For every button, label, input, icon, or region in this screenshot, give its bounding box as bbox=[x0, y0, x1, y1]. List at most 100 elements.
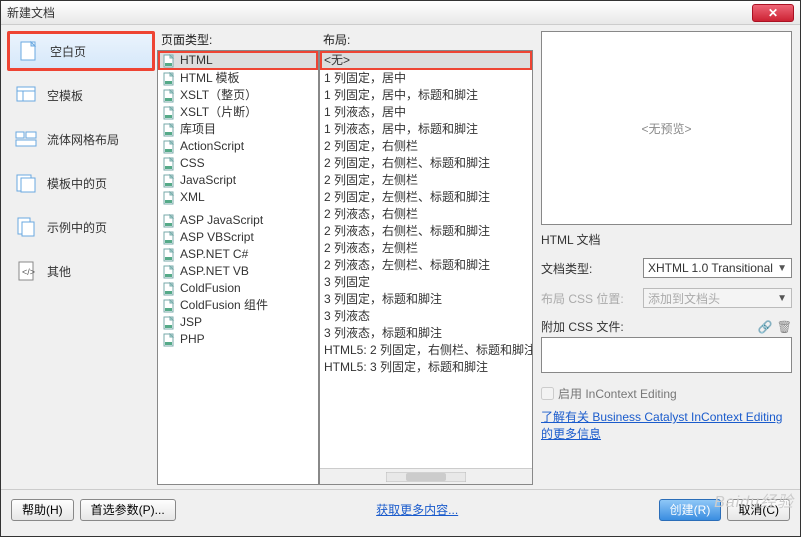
list-item-label: ASP.NET C# bbox=[180, 247, 248, 262]
file-icon bbox=[162, 299, 176, 313]
sidebar-item-label: 其他 bbox=[47, 263, 71, 280]
layout-item[interactable]: 2 列液态，右侧栏 bbox=[320, 206, 532, 223]
page-type-item[interactable]: ASP JavaScript bbox=[158, 212, 318, 229]
prefs-button[interactable]: 首选参数(P)... bbox=[80, 499, 176, 521]
layout-item[interactable]: 1 列固定，居中，标题和脚注 bbox=[320, 87, 532, 104]
layout-item[interactable]: 3 列液态，标题和脚注 bbox=[320, 325, 532, 342]
page-type-item[interactable]: JSP bbox=[158, 314, 318, 331]
file-icon bbox=[162, 123, 176, 137]
layout-item[interactable]: 2 列固定，左侧栏、标题和脚注 bbox=[320, 189, 532, 206]
layout-item[interactable]: 3 列固定 bbox=[320, 274, 532, 291]
list-item-label: ActionScript bbox=[180, 139, 244, 154]
sidebar: 空白页 空模板 流体网格布局 模板中的页 bbox=[5, 29, 157, 485]
layout-item[interactable]: HTML5: 2 列固定，右侧栏、标题和脚注 bbox=[320, 342, 532, 359]
link-css-icon[interactable]: 🔗 bbox=[758, 320, 773, 334]
preview-caption: HTML 文档 bbox=[541, 231, 792, 248]
preview-placeholder: <无预览> bbox=[641, 120, 691, 137]
sidebar-item-blank-page[interactable]: 空白页 bbox=[7, 31, 155, 71]
sidebar-item-page-from-template[interactable]: 模板中的页 bbox=[7, 163, 155, 203]
sidebar-item-label: 示例中的页 bbox=[47, 219, 107, 236]
fluid-grid-icon bbox=[13, 126, 39, 152]
content: 空白页 空模板 流体网格布局 模板中的页 bbox=[1, 25, 800, 489]
page-type-item[interactable]: ActionScript bbox=[158, 138, 318, 155]
list-item-label: 3 列固定 bbox=[324, 275, 370, 290]
page-type-item[interactable]: ASP VBScript bbox=[158, 229, 318, 246]
svg-text:</>: </> bbox=[22, 267, 35, 277]
attachcss-list[interactable] bbox=[541, 337, 792, 373]
horizontal-scrollbar[interactable] bbox=[320, 468, 532, 484]
list-item-label: 1 列固定，居中，标题和脚注 bbox=[324, 88, 478, 103]
page-type-item[interactable]: XSLT（片断） bbox=[158, 104, 318, 121]
page-from-sample-icon bbox=[13, 214, 39, 240]
file-icon bbox=[162, 333, 176, 347]
page-type-item[interactable]: ASP.NET C# bbox=[158, 246, 318, 263]
layout-item[interactable]: 2 列液态，左侧栏、标题和脚注 bbox=[320, 257, 532, 274]
layout-item[interactable]: <无> bbox=[320, 51, 532, 70]
sidebar-item-page-from-sample[interactable]: 示例中的页 bbox=[7, 207, 155, 247]
layouts-section: 布局: <无> 1 列固定，居中 1 列固定，居中，标题和脚注 1 列液态，居中1 列… bbox=[319, 29, 533, 485]
list-item-label: 3 列液态 bbox=[324, 309, 370, 324]
list-item-label: HTML 模板 bbox=[180, 71, 240, 86]
list-item-label: 2 列固定，右侧栏、标题和脚注 bbox=[324, 156, 490, 171]
close-icon: ✕ bbox=[768, 6, 778, 20]
attachcss-row: 附加 CSS 文件: 🔗 🗑 bbox=[541, 318, 792, 335]
page-type-item[interactable]: HTML bbox=[158, 51, 318, 70]
list-item-label: HTML5: 3 列固定，标题和脚注 bbox=[324, 360, 488, 375]
layout-item[interactable]: 1 列液态，居中，标题和脚注 bbox=[320, 121, 532, 138]
more-content-link[interactable]: 获取更多内容... bbox=[376, 501, 458, 518]
sidebar-item-fluid-grid[interactable]: 流体网格布局 bbox=[7, 119, 155, 159]
preview-box: <无预览> bbox=[541, 31, 792, 225]
layout-item[interactable]: 1 列液态，居中 bbox=[320, 104, 532, 121]
doctype-select[interactable]: XHTML 1.0 Transitional ▼ bbox=[643, 258, 792, 278]
layout-item[interactable]: 2 列固定，右侧栏、标题和脚注 bbox=[320, 155, 532, 172]
page-type-item[interactable]: XSLT（整页） bbox=[158, 87, 318, 104]
list-item-label: ColdFusion bbox=[180, 281, 241, 296]
incontext-link[interactable]: 了解有关 Business Catalyst InContext Editing… bbox=[541, 410, 782, 441]
sidebar-item-blank-template[interactable]: 空模板 bbox=[7, 75, 155, 115]
file-icon bbox=[162, 282, 176, 296]
layout-item[interactable]: 3 列固定，标题和脚注 bbox=[320, 291, 532, 308]
page-type-item[interactable]: CSS bbox=[158, 155, 318, 172]
list-item-label: 1 列固定，居中 bbox=[324, 71, 406, 86]
layouts-label: 布局: bbox=[319, 29, 533, 50]
layout-item[interactable]: 1 列固定，居中 bbox=[320, 70, 532, 87]
list-item-label: JavaScript bbox=[180, 173, 236, 188]
footer: 帮助(H) 首选参数(P)... 获取更多内容... 创建(R) 取消(C) bbox=[1, 489, 800, 529]
page-type-item[interactable]: ColdFusion bbox=[158, 280, 318, 297]
create-button[interactable]: 创建(R) bbox=[659, 499, 722, 521]
dialog-title: 新建文档 bbox=[7, 4, 55, 21]
layout-item[interactable]: 2 列固定，左侧栏 bbox=[320, 172, 532, 189]
remove-css-icon[interactable]: 🗑 bbox=[777, 320, 792, 334]
list-item-label: <无> bbox=[324, 53, 350, 68]
right-panel: <无预览> HTML 文档 文档类型: XHTML 1.0 Transition… bbox=[533, 29, 796, 485]
sidebar-item-other[interactable]: </> 其他 bbox=[7, 251, 155, 291]
file-icon bbox=[162, 157, 176, 171]
list-item-label: ASP JavaScript bbox=[180, 213, 263, 228]
sidebar-item-label: 流体网格布局 bbox=[47, 131, 119, 148]
layout-item[interactable]: 2 列固定，右侧栏 bbox=[320, 138, 532, 155]
layout-item[interactable]: 2 列液态，右侧栏、标题和脚注 bbox=[320, 223, 532, 240]
file-icon bbox=[162, 174, 176, 188]
page-type-item[interactable]: XML bbox=[158, 189, 318, 206]
page-type-item[interactable]: JavaScript bbox=[158, 172, 318, 189]
layout-item[interactable]: 2 列液态，左侧栏 bbox=[320, 240, 532, 257]
list-item-label: XSLT（整页） bbox=[180, 88, 257, 103]
page-types-label: 页面类型: bbox=[157, 29, 319, 50]
list-item-label: 库项目 bbox=[180, 122, 216, 137]
page-type-item[interactable]: ASP.NET VB bbox=[158, 263, 318, 280]
page-type-item[interactable]: HTML 模板 bbox=[158, 70, 318, 87]
page-type-item[interactable]: 库项目 bbox=[158, 121, 318, 138]
list-item-label: 1 列液态，居中 bbox=[324, 105, 406, 120]
file-icon bbox=[162, 316, 176, 330]
page-type-item[interactable]: ColdFusion 组件 bbox=[158, 297, 318, 314]
close-button[interactable]: ✕ bbox=[752, 4, 794, 22]
page-types-list[interactable]: HTMLHTML 模板 XSLT（整页）XSLT（片断）库项目 ActionScri… bbox=[157, 50, 319, 485]
list-item-label: ColdFusion 组件 bbox=[180, 298, 268, 313]
layout-item[interactable]: 3 列液态 bbox=[320, 308, 532, 325]
page-type-item[interactable]: PHP bbox=[158, 331, 318, 348]
layouts-list[interactable]: <无> 1 列固定，居中 1 列固定，居中，标题和脚注 1 列液态，居中1 列液态，居… bbox=[319, 50, 533, 485]
cancel-button[interactable]: 取消(C) bbox=[727, 499, 790, 521]
help-button[interactable]: 帮助(H) bbox=[11, 499, 74, 521]
doctype-label: 文档类型: bbox=[541, 260, 637, 277]
layout-item[interactable]: HTML5: 3 列固定，标题和脚注 bbox=[320, 359, 532, 376]
